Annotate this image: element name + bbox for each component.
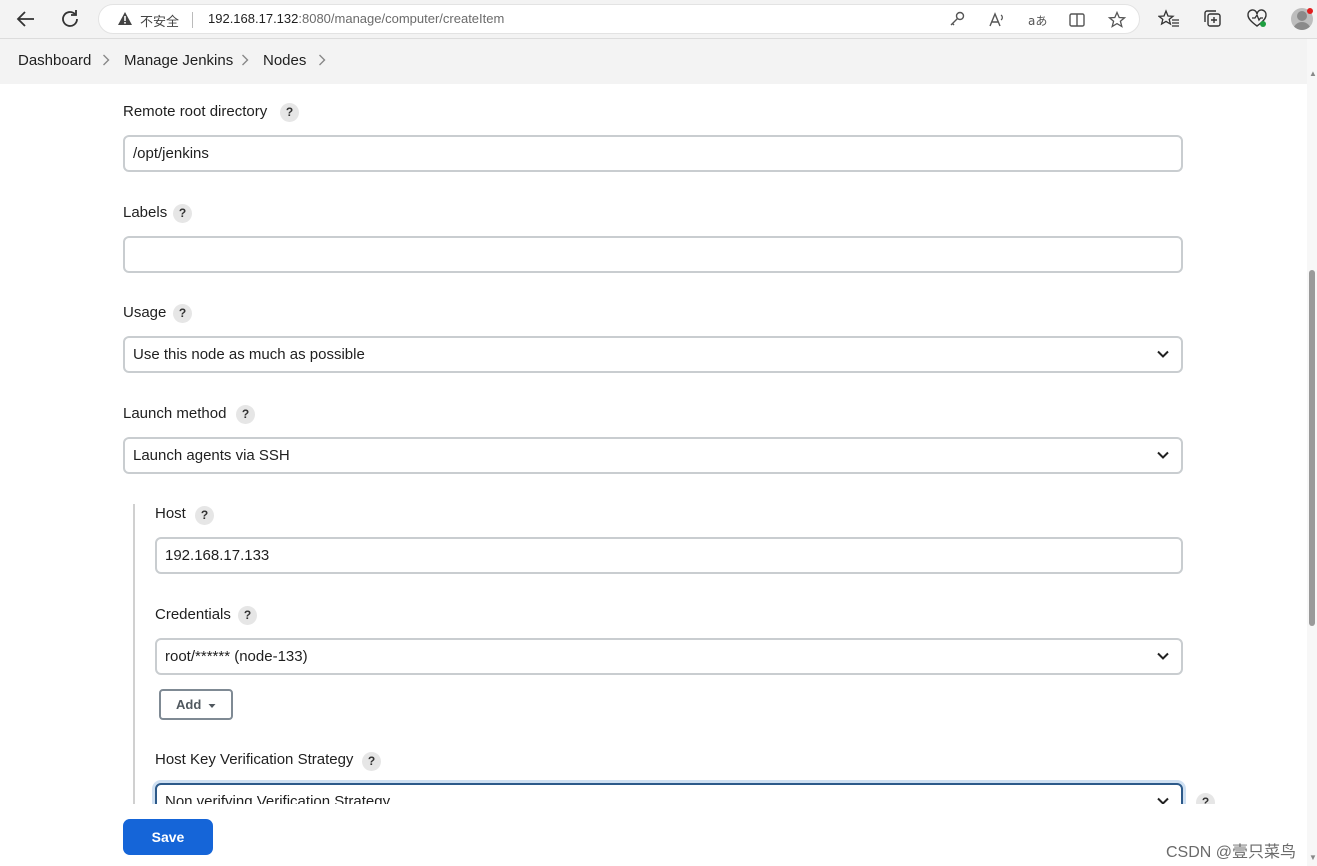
labels-input[interactable] [123, 236, 1183, 273]
favorite-star-icon[interactable] [1107, 10, 1127, 30]
remote-root-label: Remote root directory [123, 103, 268, 120]
url-text: 192.168.17.132:8080/manage/computer/crea… [208, 11, 504, 26]
help-icon[interactable]: ? [236, 405, 255, 424]
chevron-down-icon [1157, 652, 1169, 660]
help-icon[interactable]: ? [362, 752, 381, 771]
labels-label: Labels [123, 204, 168, 221]
help-icon[interactable]: ? [173, 204, 192, 223]
reload-icon[interactable] [58, 7, 82, 31]
favorites-list-icon[interactable] [1157, 8, 1180, 30]
collections-icon[interactable] [1202, 8, 1224, 30]
url-host: 192.168.17.132 [208, 11, 299, 26]
add-credentials-button[interactable]: Add [159, 689, 233, 720]
read-aloud-icon[interactable] [987, 10, 1007, 30]
credentials-select[interactable]: root/****** (node-133) [155, 638, 1183, 675]
chevron-right-icon[interactable] [318, 53, 326, 67]
host-key-label: Host Key Verification Strategy [155, 751, 354, 768]
host-input[interactable]: 192.168.17.133 [155, 537, 1183, 574]
svg-text:aあ: aあ [1028, 14, 1047, 28]
breadcrumb: Dashboard Manage Jenkins Nodes [0, 39, 1307, 84]
translate-icon[interactable]: aあ [1027, 10, 1047, 30]
nested-section-border [133, 504, 135, 804]
breadcrumb-manage-jenkins[interactable]: Manage Jenkins [124, 52, 233, 69]
add-credentials-label: Add [176, 697, 202, 712]
scrollbar[interactable]: ▲ ▼ [1307, 39, 1317, 866]
help-icon[interactable]: ? [195, 506, 214, 525]
scroll-thumb[interactable] [1309, 270, 1315, 626]
help-icon[interactable]: ? [238, 606, 257, 625]
help-icon[interactable]: ? [280, 103, 299, 122]
remote-root-input[interactable]: /opt/jenkins [123, 135, 1183, 172]
usage-select[interactable]: Use this node as much as possible [123, 336, 1183, 373]
notification-dot [1307, 8, 1313, 14]
address-divider [192, 12, 193, 28]
launch-method-select[interactable]: Launch agents via SSH [123, 437, 1183, 474]
usage-selected-value: Use this node as much as possible [133, 346, 365, 363]
breadcrumb-dashboard[interactable]: Dashboard [18, 52, 91, 69]
watermark: CSDN @壹只菜鸟 [1166, 844, 1297, 861]
breadcrumb-nodes[interactable]: Nodes [263, 52, 306, 69]
chevron-right-icon[interactable] [102, 53, 110, 67]
usage-label: Usage [123, 304, 167, 321]
url-path: :8080/manage/computer/createItem [298, 11, 505, 26]
chevron-down-icon [1157, 451, 1169, 459]
credentials-label: Credentials [155, 606, 231, 623]
launch-method-label: Launch method [123, 405, 227, 422]
help-icon[interactable]: ? [173, 304, 192, 323]
save-button[interactable]: Save [123, 819, 213, 855]
browser-essentials-icon[interactable] [1246, 8, 1268, 30]
warning-icon [118, 12, 132, 25]
chevron-right-icon[interactable] [241, 53, 249, 67]
browser-toolbar: 不安全 192.168.17.132:8080/manage/computer/… [0, 0, 1317, 39]
scroll-up-icon[interactable]: ▲ [1309, 69, 1317, 78]
address-bar[interactable]: 不安全 192.168.17.132:8080/manage/computer/… [98, 4, 1140, 34]
split-screen-icon[interactable] [1067, 10, 1087, 30]
key-icon[interactable] [947, 10, 967, 30]
host-label: Host [155, 505, 186, 522]
launch-method-selected-value: Launch agents via SSH [133, 447, 290, 464]
back-arrow-icon[interactable] [14, 7, 38, 31]
scroll-down-icon[interactable]: ▼ [1309, 853, 1317, 862]
credentials-selected-value: root/****** (node-133) [165, 648, 308, 665]
caret-down-icon [208, 703, 216, 708]
security-label: 不安全 [140, 14, 180, 29]
chevron-down-icon [1157, 350, 1169, 358]
